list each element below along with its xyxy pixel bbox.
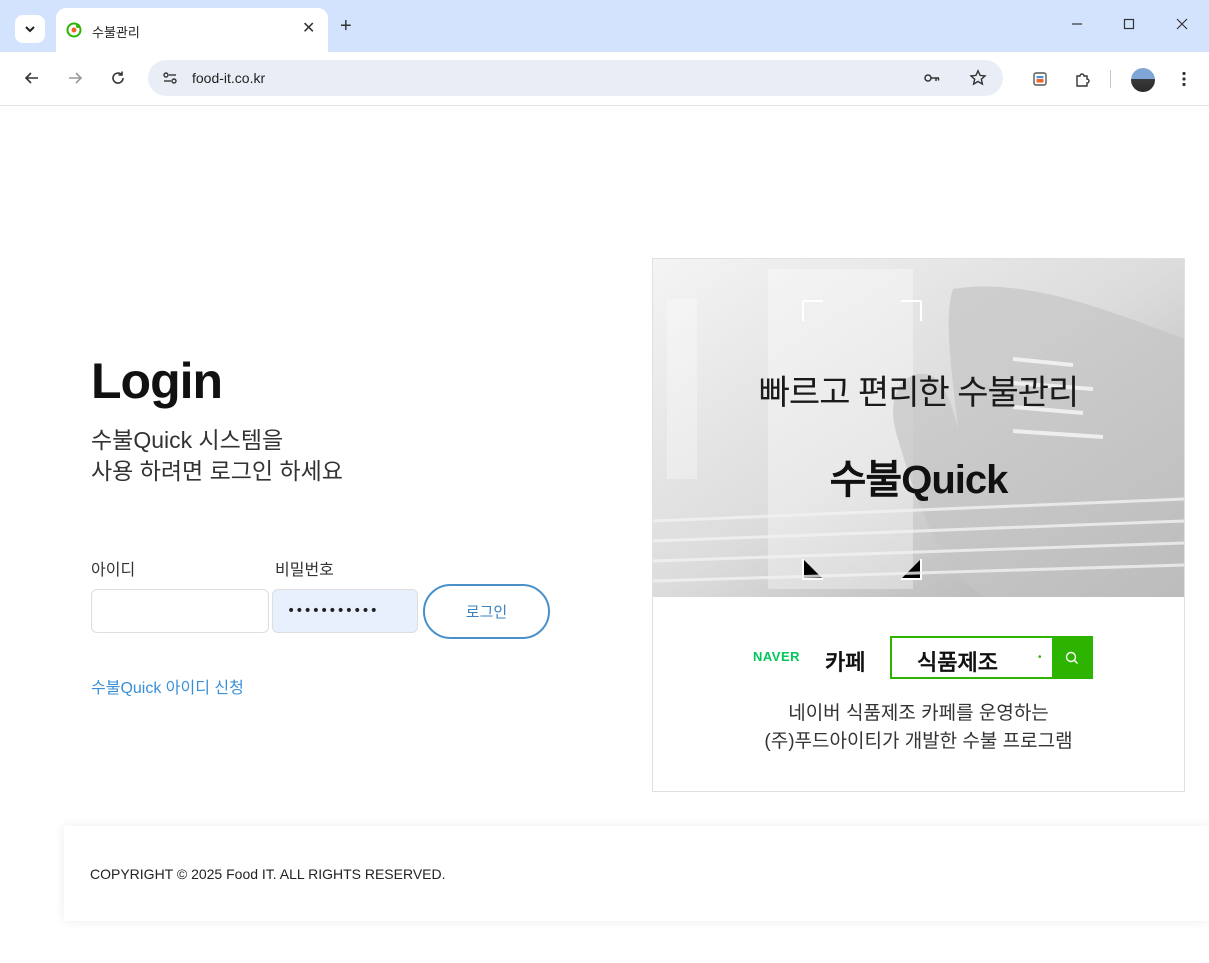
signup-link[interactable]: 수불Quick 아이디 신청	[91, 674, 244, 698]
site-settings-icon[interactable]	[162, 70, 178, 86]
cafe-search-box[interactable]: 식품제조 •	[890, 636, 1093, 679]
copyright-text: COPYRIGHT © 2025 Food IT. ALL RIGHTS RES…	[90, 866, 446, 882]
close-icon	[1176, 18, 1188, 30]
promo-headline: 빠르고 편리한 수불관리	[758, 374, 1080, 412]
cafe-search-button[interactable]	[1052, 638, 1091, 677]
close-window-button[interactable]	[1172, 14, 1192, 34]
maximize-icon	[1123, 18, 1135, 30]
extensions-puzzle-icon[interactable]	[1073, 69, 1093, 89]
id-input[interactable]	[91, 589, 269, 633]
promo-image: 빠르고 편리한 수불관리 수불Quick	[653, 259, 1184, 597]
toolbar-divider	[1110, 70, 1111, 88]
maximize-button[interactable]	[1119, 14, 1139, 34]
search-icon	[1065, 651, 1078, 664]
password-input[interactable]: •••••••••••	[272, 589, 418, 633]
footer: COPYRIGHT © 2025 Food IT. ALL RIGHTS RES…	[64, 826, 1209, 921]
dropdown-caret-icon: •	[1038, 652, 1042, 663]
site-favicon-icon	[66, 22, 82, 38]
new-tab-button[interactable]: +	[340, 16, 352, 36]
login-subtitle-line2: 사용 하려면 로그인 하세요	[91, 458, 343, 484]
login-subtitle: 수불Quick 시스템을 사용 하려면 로그인 하세요	[91, 425, 343, 487]
extension-app-icon[interactable]	[1030, 69, 1050, 89]
minimize-icon	[1072, 23, 1082, 25]
minimize-button[interactable]	[1067, 14, 1087, 34]
naver-cafe-banner[interactable]: NAVER 카페 식품제조 •	[753, 636, 1093, 680]
url-text: food-it.co.kr	[192, 70, 266, 86]
login-button[interactable]: 로그인	[423, 584, 550, 639]
promo-brand: 수불Quick	[829, 458, 1009, 502]
id-label: 아이디	[91, 562, 136, 579]
laptop-hand-illustration	[653, 259, 1184, 597]
active-tab[interactable]: 수불관리 ✕	[56, 8, 328, 52]
promo-description: 네이버 식품제조 카페를 운영하는 (주)푸드아이티가 개발한 수불 프로그램	[653, 700, 1184, 756]
bookmark-star-icon[interactable]	[969, 69, 987, 87]
back-button[interactable]	[22, 68, 42, 88]
promo-desc-line1: 네이버 식품제조 카페를 운영하는	[788, 703, 1049, 724]
cafe-label: 카페	[825, 650, 866, 675]
naver-logo: NAVER	[753, 649, 801, 664]
promo-desc-line2: (주)푸드아이티가 개발한 수불 프로그램	[764, 731, 1073, 752]
forward-arrow-icon	[69, 72, 83, 84]
back-arrow-icon	[24, 72, 38, 84]
forward-button[interactable]	[65, 68, 85, 88]
tab-strip: 수불관리 ✕ +	[0, 0, 1209, 52]
reload-button[interactable]	[108, 68, 128, 88]
promo-card: 빠르고 편리한 수불관리 수불Quick NAVER 카페 식품제조 • 네이버…	[652, 258, 1185, 792]
reload-icon	[112, 71, 124, 84]
browser-toolbar: food-it.co.kr	[0, 52, 1209, 106]
menu-kebab-icon[interactable]	[1174, 69, 1194, 89]
address-bar[interactable]: food-it.co.kr	[148, 60, 1003, 96]
password-label: 비밀번호	[275, 562, 334, 579]
tab-close-icon[interactable]: ✕	[302, 20, 315, 38]
chevron-down-icon	[25, 26, 35, 33]
login-title: Login	[91, 353, 223, 409]
tab-title: 수불관리	[92, 25, 140, 40]
password-key-icon[interactable]	[923, 69, 941, 87]
profile-avatar[interactable]	[1131, 68, 1155, 92]
tab-search-button[interactable]	[15, 15, 45, 43]
login-subtitle-line1: 수불Quick 시스템을	[91, 427, 284, 453]
cafe-search-text: 식품제조	[917, 650, 998, 675]
